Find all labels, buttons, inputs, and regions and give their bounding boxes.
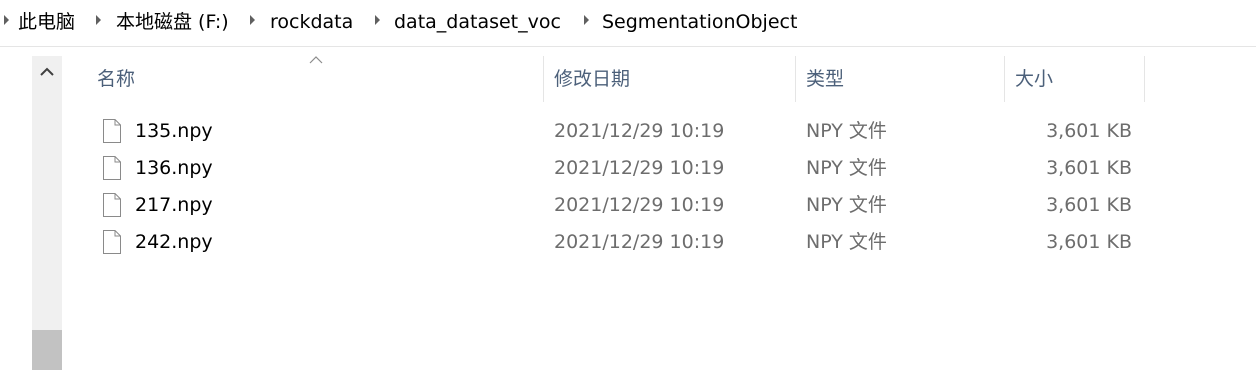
file-row[interactable]: 135.npy 2021/12/29 10:19 NPY 文件 3,601 KB xyxy=(62,113,1256,150)
breadcrumb-item-local-disk-f[interactable]: 本地磁盘 (F:) xyxy=(116,8,229,36)
chevron-right-icon[interactable] xyxy=(250,15,255,25)
file-icon xyxy=(103,156,121,180)
column-divider[interactable] xyxy=(543,56,544,102)
file-type: NPY 文件 xyxy=(806,231,887,253)
chevron-up-icon xyxy=(40,67,54,76)
file-date-modified: 2021/12/29 10:19 xyxy=(554,194,725,216)
column-divider[interactable] xyxy=(795,56,796,102)
file-explorer-window: 此电脑 本地磁盘 (F:) rockdata data_dataset_voc … xyxy=(0,0,1256,370)
sort-ascending-icon xyxy=(309,56,323,64)
file-icon xyxy=(103,230,121,254)
breadcrumb-item-segmentation-object[interactable]: SegmentationObject xyxy=(602,8,797,36)
breadcrumb-item-this-pc[interactable]: 此电脑 xyxy=(18,8,75,36)
column-divider[interactable] xyxy=(1004,56,1005,102)
file-type: NPY 文件 xyxy=(806,194,887,216)
file-row[interactable]: 217.npy 2021/12/29 10:19 NPY 文件 3,601 KB xyxy=(62,187,1256,224)
file-row[interactable]: 136.npy 2021/12/29 10:19 NPY 文件 3,601 KB xyxy=(62,150,1256,187)
file-size: 3,601 KB xyxy=(1046,120,1132,142)
file-type: NPY 文件 xyxy=(806,157,887,179)
scroll-up-button[interactable] xyxy=(32,56,62,90)
address-bar[interactable]: 此电脑 本地磁盘 (F:) rockdata data_dataset_voc … xyxy=(0,0,1256,47)
file-name: 135.npy xyxy=(135,120,213,142)
file-name: 136.npy xyxy=(135,157,213,179)
column-header-type[interactable]: 类型 xyxy=(806,56,844,102)
file-row[interactable]: 242.npy 2021/12/29 10:19 NPY 文件 3,601 KB xyxy=(62,224,1256,261)
file-size: 3,601 KB xyxy=(1046,157,1132,179)
column-header-row: 名称 修改日期 类型 大小 xyxy=(62,56,1256,102)
scrollbar-thumb[interactable] xyxy=(32,330,62,370)
file-date-modified: 2021/12/29 10:19 xyxy=(554,157,725,179)
file-name: 242.npy xyxy=(135,231,213,253)
file-type: NPY 文件 xyxy=(806,120,887,142)
chevron-right-icon[interactable] xyxy=(96,15,101,25)
file-size: 3,601 KB xyxy=(1046,231,1132,253)
breadcrumb-item-rockdata[interactable]: rockdata xyxy=(270,8,353,36)
file-icon xyxy=(103,193,121,217)
column-header-name[interactable]: 名称 xyxy=(97,56,135,102)
column-header-size[interactable]: 大小 xyxy=(1015,56,1053,102)
chevron-right-icon[interactable] xyxy=(4,15,9,25)
chevron-right-icon[interactable] xyxy=(584,15,589,25)
column-header-date-modified[interactable]: 修改日期 xyxy=(554,56,630,102)
chevron-right-icon[interactable] xyxy=(375,15,380,25)
navigation-scrollbar[interactable] xyxy=(32,56,62,370)
column-divider[interactable] xyxy=(1144,56,1145,102)
file-date-modified: 2021/12/29 10:19 xyxy=(554,231,725,253)
breadcrumb-item-data-dataset-voc[interactable]: data_dataset_voc xyxy=(394,8,561,36)
file-date-modified: 2021/12/29 10:19 xyxy=(554,120,725,142)
file-icon xyxy=(103,119,121,143)
file-size: 3,601 KB xyxy=(1046,194,1132,216)
file-name: 217.npy xyxy=(135,194,213,216)
